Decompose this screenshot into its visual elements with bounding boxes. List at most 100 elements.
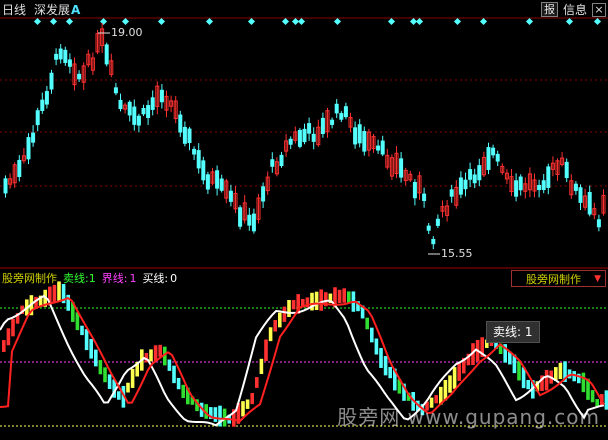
candle-body: [412, 181, 417, 199]
candle-body: [35, 110, 40, 126]
indicator-bar: [172, 365, 176, 384]
indicator-bar: [319, 289, 323, 311]
indicator-bar: [264, 339, 268, 362]
signal-marker: [65, 17, 74, 26]
candle-body: [187, 128, 192, 144]
indicator-bar: [117, 391, 121, 400]
indicator-bar: [241, 401, 245, 417]
indicator-bar: [314, 291, 319, 311]
indicator-bar: [365, 317, 369, 330]
signal-marker: [247, 17, 256, 26]
signal-marker: [281, 17, 290, 26]
market-label: 深发展A: [34, 2, 81, 17]
indicator-selector[interactable]: 股旁网制作 ▼: [511, 270, 606, 287]
candle-body: [320, 117, 325, 134]
candle-body: [31, 132, 36, 143]
indicator-bar: [89, 339, 93, 359]
candle-body: [449, 189, 454, 197]
indicator-bar: [374, 338, 379, 355]
candle-body: [201, 160, 206, 181]
signal-marker: [205, 17, 214, 26]
candle-body: [17, 159, 22, 178]
info-button[interactable]: 信息: [561, 1, 589, 18]
indicator-bar: [213, 407, 218, 422]
candle-body: [261, 186, 266, 202]
period-label[interactable]: 日线: [2, 1, 26, 18]
candle-body: [362, 131, 367, 152]
indicator-bar: [287, 299, 291, 318]
indicator-bar: [448, 375, 452, 393]
bound-line-legend: 界线: 1: [101, 272, 137, 285]
candle-body: [399, 158, 404, 178]
indicator-bar: [282, 306, 287, 322]
candle-body: [486, 147, 491, 170]
low-price-label: 15.55: [441, 247, 473, 260]
candle-body: [182, 126, 187, 144]
candle-body: [564, 161, 569, 179]
close-icon[interactable]: ×: [592, 2, 606, 17]
high-price-label: 19.00: [111, 26, 143, 39]
indicator-bar: [452, 367, 457, 389]
signal-marker: [99, 17, 108, 26]
signal-marker: [593, 17, 602, 26]
signal-marker: [479, 17, 488, 26]
candle-body: [357, 124, 362, 144]
candle-body: [472, 174, 477, 184]
indicator-bar: [126, 382, 130, 393]
signal-marker: [387, 17, 396, 26]
candle-body: [431, 238, 436, 245]
candle-body: [26, 137, 31, 160]
signal-marker: [33, 17, 42, 26]
report-button[interactable]: 报: [540, 2, 558, 17]
candle-body: [573, 183, 578, 191]
candle-body: [58, 48, 63, 60]
candle-body: [343, 106, 348, 118]
indicator-bar: [604, 390, 608, 410]
indicator-bar: [181, 384, 185, 399]
signal-marker: [525, 17, 534, 26]
candle-body: [132, 106, 137, 125]
indicator-bar: [11, 318, 15, 337]
candle-body: [63, 49, 68, 63]
candle-body: [44, 91, 49, 105]
candle-body: [514, 180, 519, 197]
candle-body: [49, 72, 54, 90]
candle-body: [537, 184, 542, 191]
candle-body: [311, 133, 316, 142]
indicator-bar: [2, 340, 6, 352]
sell-line-legend: 卖线:1: [63, 272, 96, 285]
indicator-bar: [80, 325, 84, 336]
candle-body: [77, 73, 82, 80]
watermark: 股旁网 www.gupang.com: [337, 405, 600, 429]
chevron-down-icon[interactable]: ▼: [594, 274, 601, 284]
candle-body: [113, 87, 118, 94]
candle-body: [463, 179, 468, 190]
candle-body: [3, 178, 8, 194]
signal-marker: [121, 17, 130, 26]
candle-body: [541, 180, 546, 191]
indicator-bar: [268, 327, 273, 342]
candle-body: [518, 176, 523, 191]
candle-body: [307, 123, 312, 134]
candle-body: [458, 177, 463, 195]
indicator-bar: [581, 372, 586, 393]
candle-body: [251, 213, 256, 232]
indicator-bar: [103, 367, 107, 383]
indicator-bar: [457, 362, 461, 381]
candle-body: [288, 138, 293, 145]
indicator-bar: [107, 374, 112, 389]
signal-marker: [157, 17, 166, 26]
indicator-bar: [526, 379, 530, 390]
candle-body: [426, 225, 431, 231]
candle-body: [422, 193, 427, 202]
candle-body: [247, 214, 252, 226]
candle-body: [136, 115, 141, 126]
candle-body: [596, 219, 601, 228]
candle-body: [196, 150, 201, 169]
candle-body: [40, 99, 45, 111]
candle-body: [215, 170, 220, 189]
market-tag: A: [71, 2, 81, 17]
stock-chart: [0, 17, 608, 427]
indicator-bar: [176, 377, 181, 390]
candle-body: [353, 127, 358, 145]
